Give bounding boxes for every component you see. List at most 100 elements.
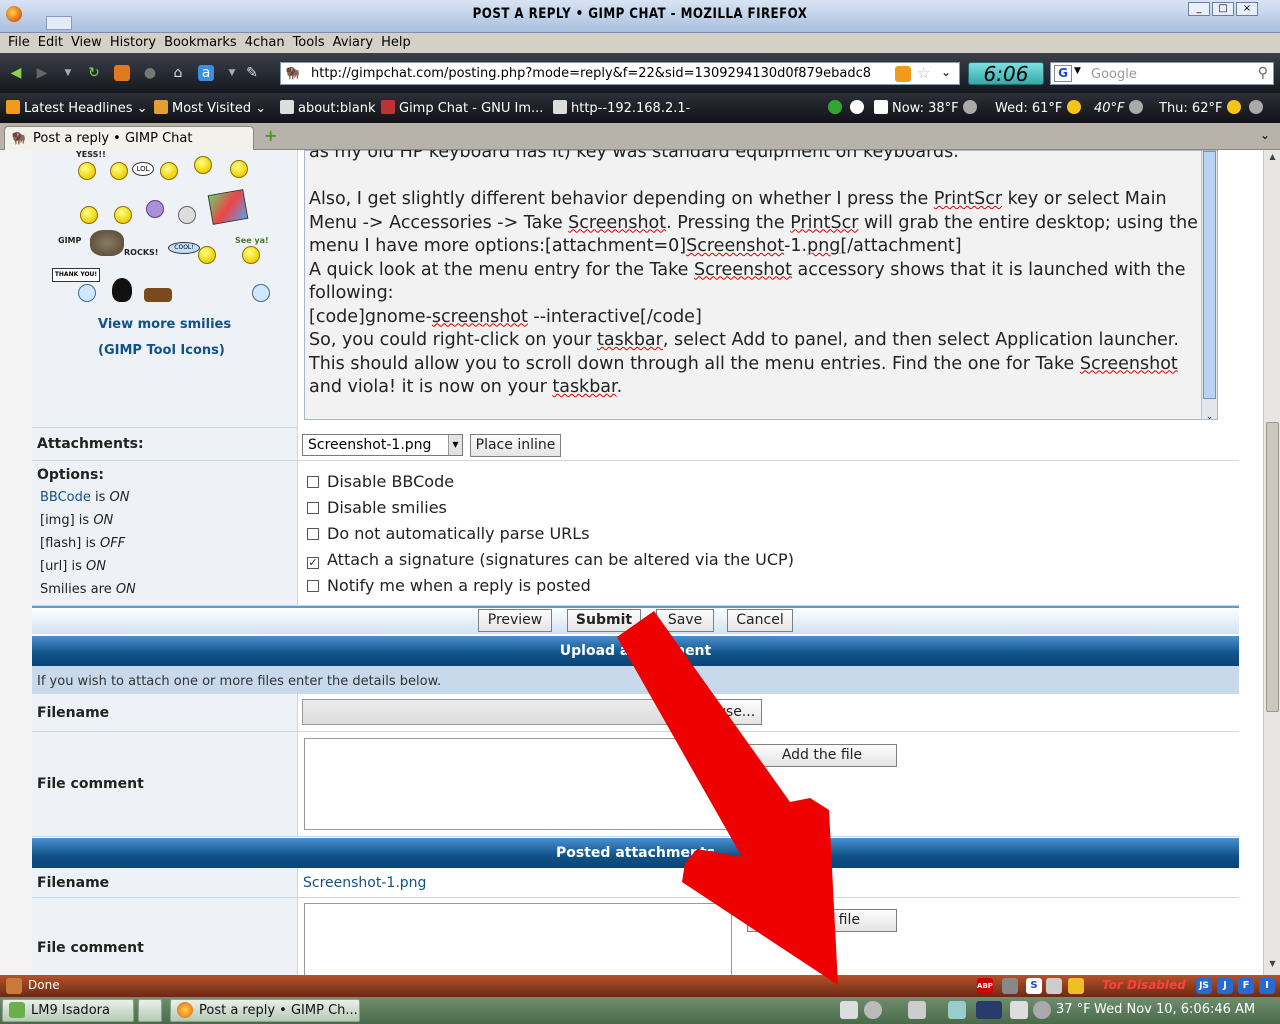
option-checkbox-row[interactable]: Do not automatically parse URLs bbox=[307, 524, 590, 543]
bookmark-star-icon[interactable]: ☆ bbox=[917, 64, 930, 82]
javascript-toggle-icon[interactable]: JS bbox=[1196, 978, 1212, 994]
option-checkbox-row[interactable]: ✓ Attach a signature (signatures can be a… bbox=[307, 550, 794, 569]
update-file-button[interactable]: file bbox=[747, 909, 897, 932]
upload-comment-textarea[interactable] bbox=[304, 738, 732, 830]
wilber-icon[interactable] bbox=[90, 230, 124, 256]
browse-button[interactable]: Browse... bbox=[684, 699, 762, 725]
screenshot-addon-icon[interactable]: ✎ bbox=[244, 65, 260, 81]
save-button[interactable]: Save bbox=[656, 609, 714, 632]
settings-gear-icon[interactable] bbox=[864, 1001, 882, 1019]
adblock-icon[interactable]: ABP bbox=[977, 978, 993, 994]
menu-view[interactable]: View bbox=[67, 33, 106, 53]
weather-thu[interactable]: Thu: 62°F bbox=[1159, 100, 1267, 116]
url-text[interactable]: http://gimpchat.com/posting.php?mode=rep… bbox=[311, 66, 871, 81]
search-box[interactable]: G ▼ Google ⚲ bbox=[1050, 62, 1274, 85]
page-scrollbar-thumb[interactable] bbox=[1266, 422, 1279, 712]
green-status-icon[interactable] bbox=[828, 100, 846, 116]
menu-help[interactable]: Help bbox=[377, 33, 415, 53]
menu-aviary[interactable]: Aviary bbox=[329, 33, 377, 53]
tux-penguin-icon[interactable] bbox=[112, 278, 132, 302]
search-engine-dropdown-icon[interactable]: ▼ bbox=[1074, 66, 1081, 76]
checkbox[interactable] bbox=[307, 476, 319, 488]
checkbox[interactable] bbox=[307, 580, 319, 592]
scroll-down-icon[interactable]: ⌄ bbox=[1203, 406, 1216, 422]
tor-status-text[interactable]: Tor Disabled bbox=[1102, 978, 1186, 992]
smiley-icon[interactable] bbox=[198, 246, 216, 264]
back-icon[interactable]: ◀ bbox=[8, 65, 24, 81]
menu-history[interactable]: History bbox=[106, 33, 160, 53]
task-firefox-window[interactable]: Post a reply • GIMP Ch... bbox=[170, 999, 360, 1022]
posted-filename-link[interactable]: Screenshot-1.png bbox=[303, 875, 426, 891]
maximize-icon[interactable]: □ bbox=[1212, 2, 1234, 16]
smiley-icon[interactable] bbox=[230, 160, 248, 178]
camera-icon[interactable] bbox=[840, 1001, 858, 1019]
weather-low[interactable]: 40°F bbox=[1094, 100, 1147, 116]
java-toggle-icon[interactable]: J bbox=[1217, 978, 1233, 994]
network-icon[interactable] bbox=[976, 1001, 1002, 1019]
devil-smiley-icon[interactable] bbox=[146, 200, 164, 218]
checkbox[interactable]: ✓ bbox=[307, 557, 319, 569]
smiley-icon[interactable] bbox=[110, 162, 128, 180]
stylish-icon[interactable]: S bbox=[1026, 978, 1042, 994]
thank-you-sign-icon[interactable]: THANK YOU! bbox=[52, 268, 100, 282]
stop-icon[interactable]: ● bbox=[142, 65, 158, 81]
forward-icon[interactable]: ▶ bbox=[34, 65, 50, 81]
bbcode-help-link[interactable]: BBCode bbox=[40, 490, 91, 505]
weather-wed[interactable]: Wed: 61°F bbox=[995, 100, 1085, 116]
weather-moon-icon[interactable] bbox=[1033, 1001, 1051, 1019]
smiley-icon[interactable] bbox=[160, 162, 178, 180]
submit-button[interactable]: Submit bbox=[567, 609, 641, 632]
show-desktop-button[interactable] bbox=[138, 999, 162, 1022]
bookmark-gimp-chat[interactable]: Gimp Chat - GNU Im... bbox=[381, 100, 543, 116]
option-checkbox-row[interactable]: Notify me when a reply is posted bbox=[307, 576, 591, 595]
close-icon[interactable]: × bbox=[1236, 2, 1258, 16]
firefox-icon[interactable] bbox=[6, 6, 22, 22]
flash-toggle-icon[interactable]: F bbox=[1238, 978, 1254, 994]
home-icon[interactable]: ⌂ bbox=[170, 65, 186, 81]
minimize-icon[interactable]: _ bbox=[1188, 2, 1210, 16]
clock-icon[interactable] bbox=[850, 100, 868, 116]
posted-comment-textarea[interactable] bbox=[304, 903, 732, 975]
alien-smiley-icon[interactable] bbox=[178, 206, 196, 224]
scroll-down-icon[interactable]: ▼ bbox=[1266, 959, 1279, 973]
menu-bookmarks[interactable]: Bookmarks bbox=[160, 33, 241, 53]
option-checkbox-row[interactable]: Disable smilies bbox=[307, 498, 447, 517]
checkbox[interactable] bbox=[307, 502, 319, 514]
url-bar[interactable]: 🦬 http://gimpchat.com/posting.php?mode=r… bbox=[280, 62, 960, 85]
textarea-scrollbar[interactable]: ⌄ bbox=[1201, 151, 1217, 422]
window-menu-button[interactable] bbox=[46, 16, 72, 30]
history-dropdown-icon[interactable]: ▼ bbox=[60, 65, 76, 81]
view-more-smilies-link[interactable]: View more smilies bbox=[98, 317, 231, 332]
search-icon[interactable]: ⚲ bbox=[1258, 65, 1268, 81]
smiley-icon[interactable] bbox=[114, 206, 132, 224]
smiley-icon[interactable] bbox=[78, 284, 96, 302]
aviary-icon[interactable]: a bbox=[198, 65, 214, 81]
place-inline-button[interactable]: Place inline bbox=[470, 434, 561, 457]
bookmark-router[interactable]: http--192.168.2.1- bbox=[553, 100, 690, 116]
addon-icon[interactable] bbox=[114, 65, 130, 81]
addon-status-icon[interactable] bbox=[1002, 978, 1018, 994]
info-icon[interactable]: I bbox=[1259, 978, 1275, 994]
tab-list-dropdown-icon[interactable]: ⌄ bbox=[1260, 128, 1270, 142]
message-textarea[interactable]: as my old HP keyboard has it) key was st… bbox=[304, 150, 1218, 422]
search-engine-icon[interactable]: G bbox=[1054, 65, 1072, 82]
new-tab-icon[interactable]: + bbox=[264, 126, 277, 145]
scroll-up-icon[interactable]: ▲ bbox=[1266, 152, 1279, 166]
shield-icon[interactable] bbox=[948, 1001, 966, 1019]
menu-tools[interactable]: Tools bbox=[289, 33, 329, 53]
taskbar-clock[interactable]: Wed Nov 10, 6:06:46 AM bbox=[1094, 1002, 1255, 1017]
url-dropdown-icon[interactable]: ⌄ bbox=[941, 65, 951, 79]
smiley-icon[interactable] bbox=[80, 206, 98, 224]
tab-post-a-reply[interactable]: 🦬 Post a reply • GIMP Chat bbox=[4, 126, 254, 150]
addon-status-icon[interactable] bbox=[1046, 978, 1062, 994]
lol-smiley-icon[interactable]: LOL bbox=[132, 162, 154, 176]
menu-file[interactable]: File bbox=[4, 33, 34, 53]
paint-smiley-icon[interactable] bbox=[207, 189, 249, 225]
start-menu-button[interactable]: LM9 Isadora bbox=[2, 999, 134, 1022]
smiley-icon[interactable] bbox=[242, 246, 260, 264]
bookmark-most-visited[interactable]: Most Visited ⌄ bbox=[154, 100, 266, 116]
smiley-icon[interactable] bbox=[144, 288, 172, 302]
smiley-icon[interactable] bbox=[252, 284, 270, 302]
weather-now[interactable]: Now: 38°F bbox=[874, 100, 981, 116]
textarea-scrollbar-thumb[interactable] bbox=[1203, 151, 1216, 399]
